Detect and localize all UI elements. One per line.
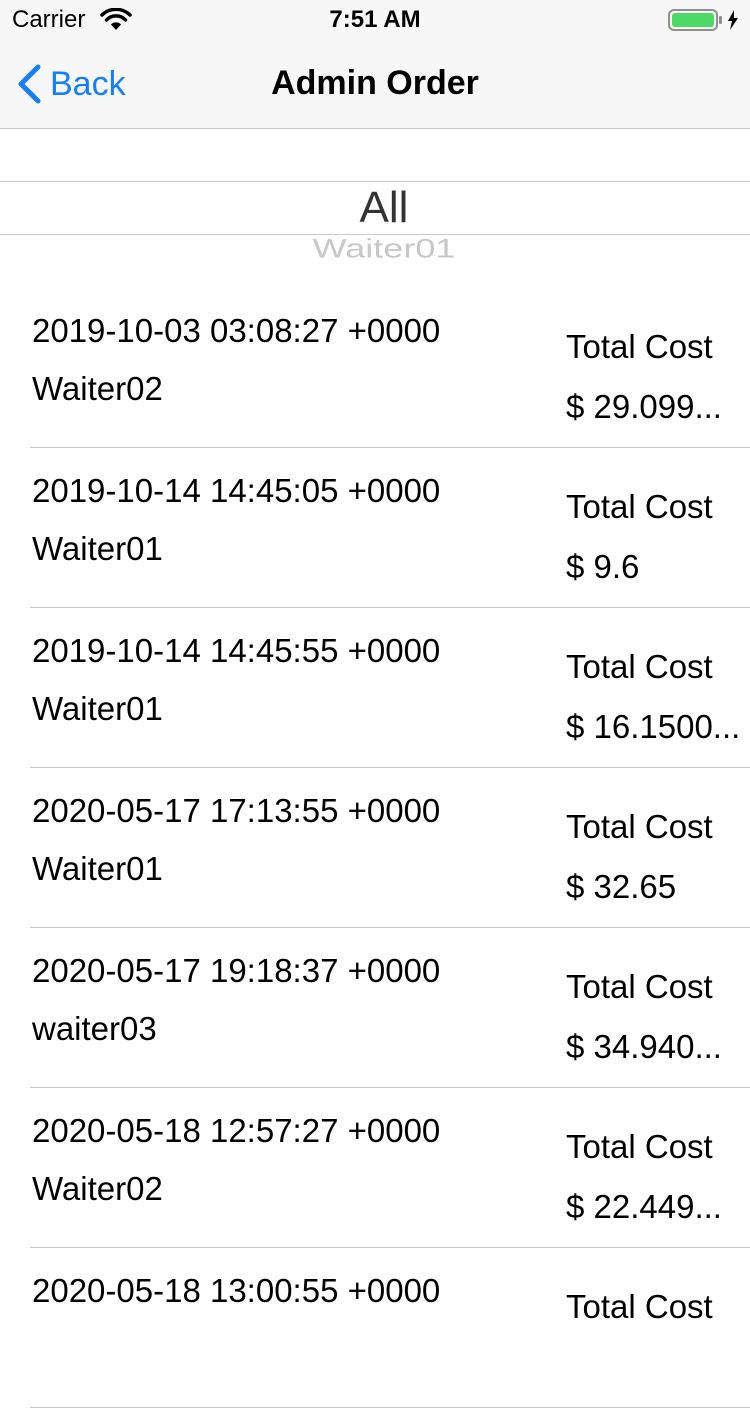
order-waiter: Waiter02 xyxy=(32,370,163,407)
order-waiter: Waiter01 xyxy=(32,530,163,567)
order-row[interactable]: 2019-10-14 14:45:55 +0000 Waiter01 Total… xyxy=(0,608,750,768)
order-waiter: waiter03 xyxy=(32,1010,157,1047)
total-cost-value: $ 16.1500... xyxy=(566,708,741,745)
total-cost-label: Total Cost xyxy=(566,968,713,1005)
order-date: 2020-05-18 13:00:55 +0000 xyxy=(32,1272,441,1309)
order-row[interactable]: 2020-05-17 19:18:37 +0000 waiter03 Total… xyxy=(0,928,750,1088)
total-cost-label: Total Cost xyxy=(566,328,713,365)
order-waiter: Waiter02 xyxy=(32,1170,163,1207)
total-cost-label: Total Cost xyxy=(566,648,713,685)
order-date: 2020-05-17 19:18:37 +0000 xyxy=(32,952,441,989)
battery-icon xyxy=(668,9,738,31)
order-waiter: Waiter01 xyxy=(32,690,163,727)
waiter-filter-picker[interactable]: All Waiter01 xyxy=(0,129,750,279)
order-date: 2020-05-17 17:13:55 +0000 xyxy=(32,792,441,829)
status-bar: Carrier 7:51 AM xyxy=(0,0,750,40)
order-row[interactable]: 2020-05-18 12:57:27 +0000 Waiter02 Total… xyxy=(0,1088,750,1248)
status-time: 7:51 AM xyxy=(329,6,421,33)
total-cost-value: $ 34.940... xyxy=(566,1028,722,1065)
order-date: 2019-10-14 14:45:55 +0000 xyxy=(32,632,441,669)
order-date: 2019-10-14 14:45:05 +0000 xyxy=(32,472,441,509)
order-row[interactable]: 2020-05-18 13:00:55 +0000 Total Cost xyxy=(0,1248,750,1408)
order-row[interactable]: 2020-05-17 17:13:55 +0000 Waiter01 Total… xyxy=(0,768,750,928)
total-cost-label: Total Cost xyxy=(566,808,713,845)
total-cost-label: Total Cost xyxy=(566,1288,713,1325)
order-row[interactable]: 2019-10-14 14:45:05 +0000 Waiter01 Total… xyxy=(0,448,750,608)
navigation-bar: Back Admin Order xyxy=(0,40,750,129)
total-cost-value: $ 29.099... xyxy=(566,388,722,425)
order-row[interactable]: 2019-10-03 03:08:27 +0000 Waiter02 Total… xyxy=(0,288,750,448)
order-list: 2019-10-03 03:08:27 +0000 Waiter02 Total… xyxy=(0,288,750,1408)
page-title: Admin Order xyxy=(271,64,479,102)
total-cost-label: Total Cost xyxy=(566,488,713,525)
total-cost-label: Total Cost xyxy=(566,1128,713,1165)
total-cost-value: $ 32.65 xyxy=(566,868,677,905)
order-date: 2020-05-18 12:57:27 +0000 xyxy=(32,1112,441,1149)
total-cost-value: $ 9.6 xyxy=(566,548,640,585)
picker-option-selected[interactable]: All xyxy=(0,181,750,235)
picker-option-next[interactable]: Waiter01 xyxy=(0,235,750,262)
total-cost-value: $ 22.449... xyxy=(566,1188,722,1225)
order-waiter: Waiter01 xyxy=(32,850,163,887)
order-date: 2019-10-03 03:08:27 +0000 xyxy=(32,312,441,349)
